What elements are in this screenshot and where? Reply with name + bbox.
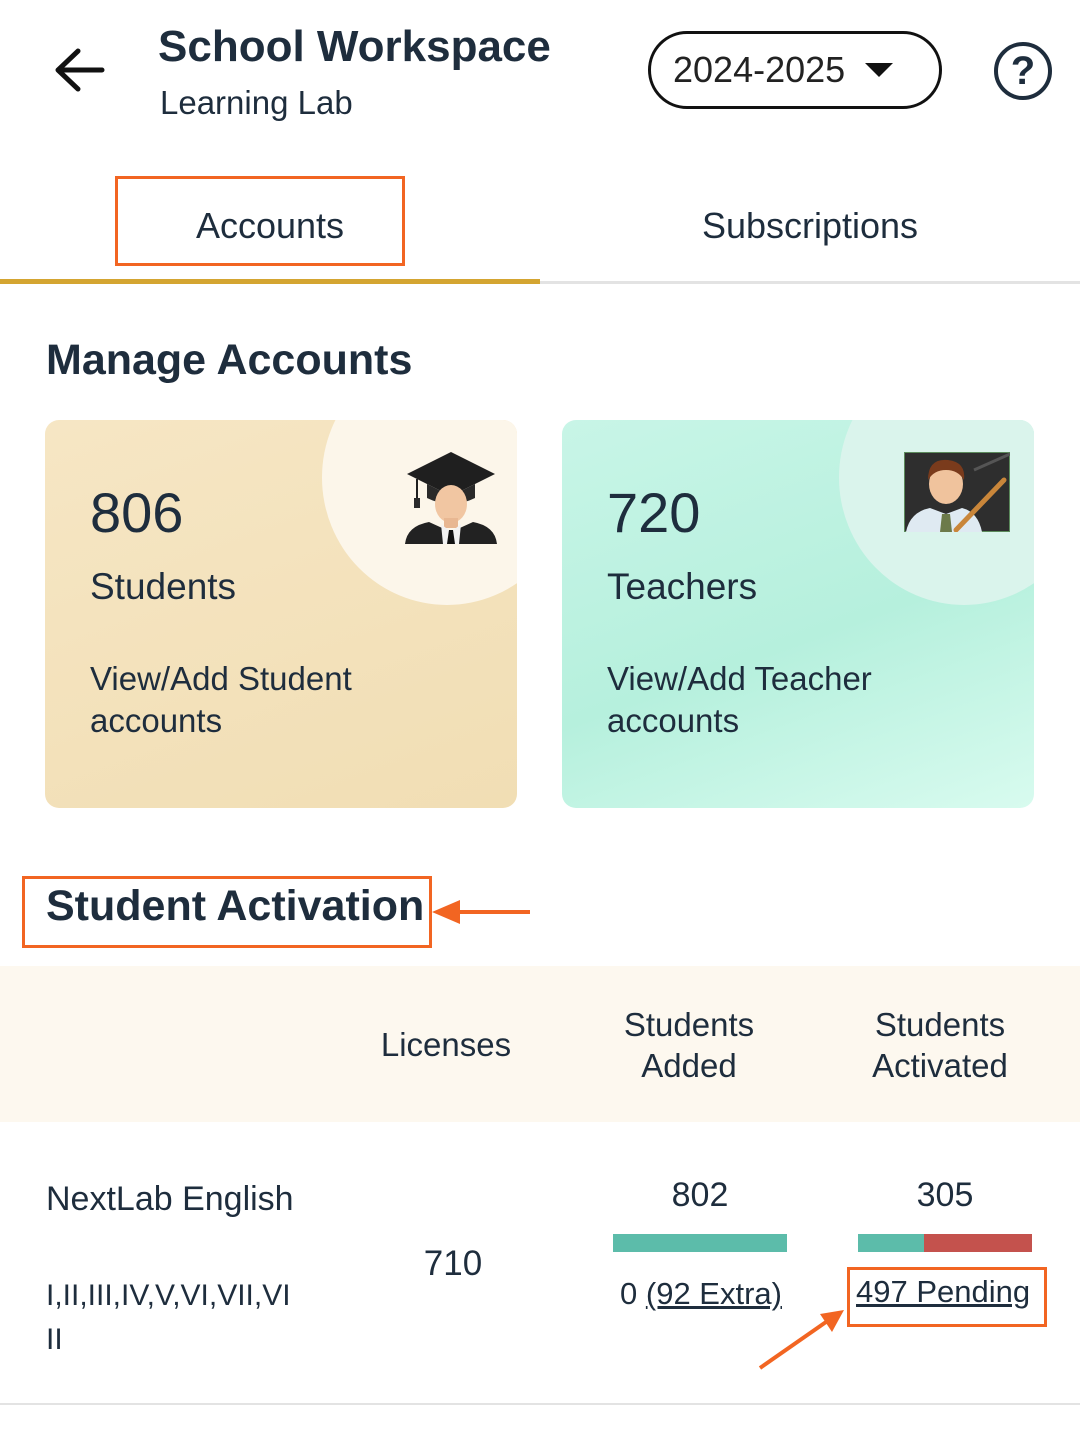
licenses-value: 710 [423,1244,483,1283]
column-header-licenses: Licenses [380,1026,512,1063]
students-card[interactable]: 806 Students View/Add Student accounts [45,420,517,808]
graduate-avatar-icon [405,452,497,544]
tab-bar: Accounts Subscriptions [0,170,1080,284]
students-added-value: 802 [671,1176,729,1214]
highlight-box-accounts [115,176,405,266]
students-added-bar [613,1234,787,1252]
help-button[interactable]: ? [994,42,1052,100]
product-grades: I,II,III,IV,V,VI,VII,VIII [46,1279,291,1356]
year-select[interactable]: 2024-2025 [648,31,942,109]
teachers-count: 720 [607,481,701,544]
view-add-students-link[interactable]: View/Add Student accounts [90,658,450,742]
students-label: Students [90,566,237,607]
students-activated-bar [858,1234,1032,1252]
help-circle-icon: ? [1010,48,1036,93]
annotation-arrow-icon [758,1310,844,1370]
year-select-value: 2024-2025 [673,49,846,90]
students-activated-value: 305 [916,1176,974,1214]
header: School Workspace Learning Lab 2024-2025 … [0,0,1080,150]
teacher-avatar-icon [904,452,1010,532]
product-name: NextLab English [46,1180,294,1218]
tab-subscriptions[interactable]: Subscriptions [540,170,1080,281]
back-button[interactable] [50,40,110,100]
students-added-remaining: 0 [620,1276,638,1311]
teachers-card[interactable]: 720 Teachers View/Add Teacher accounts [562,420,1034,808]
highlight-box-activation [22,876,432,948]
column-header-students-activated: Students Activated [872,1006,1008,1084]
students-activated-bar-fill [858,1234,925,1252]
column-header-students-added: Students Added [623,1006,755,1084]
activation-table-header: Licenses Students Added Students Activat… [0,966,1080,1122]
table-row: NextLab English I,II,III,IV,V,VI,VII,VII… [0,1122,1080,1405]
page-title: School Workspace [158,22,551,71]
annotation-arrow-icon [432,900,530,924]
teachers-label: Teachers [607,566,758,607]
students-count: 806 [90,481,184,544]
highlight-box-pending [847,1267,1047,1327]
caret-down-icon [865,63,894,77]
page-subtitle: Learning Lab [160,84,353,121]
arrow-left-icon [55,48,105,92]
view-add-teachers-link[interactable]: View/Add Teacher accounts [607,658,967,742]
tab-subscriptions-label: Subscriptions [701,204,919,246]
manage-accounts-title: Manage Accounts [46,336,413,384]
